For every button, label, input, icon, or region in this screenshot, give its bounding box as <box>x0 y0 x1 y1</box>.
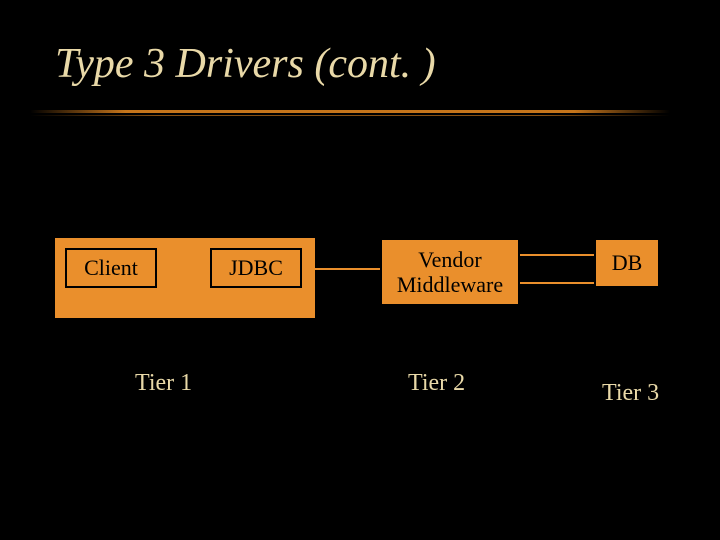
tier3-label: Tier 3 <box>602 380 659 407</box>
connector-middleware-to-db-bottom <box>520 282 594 284</box>
title-underline <box>30 110 670 116</box>
jdbc-box: JDBC <box>210 248 302 288</box>
slide-title: Type 3 Drivers (cont. ) <box>55 40 436 88</box>
tier2-label: Tier 2 <box>408 370 465 397</box>
middleware-box-label: Vendor Middleware <box>382 247 518 298</box>
middleware-box: Vendor Middleware <box>380 238 520 306</box>
tier1-label: Tier 1 <box>135 370 192 397</box>
connector-jdbc-to-middleware <box>315 268 380 270</box>
client-box-label: Client <box>84 255 138 281</box>
connector-middleware-to-db-top <box>520 254 594 256</box>
db-box-label: DB <box>612 250 643 276</box>
client-box: Client <box>65 248 157 288</box>
slide: Type 3 Drivers (cont. ) Client JDBC Vend… <box>0 0 720 540</box>
db-box: DB <box>594 238 660 288</box>
jdbc-box-label: JDBC <box>229 255 283 281</box>
